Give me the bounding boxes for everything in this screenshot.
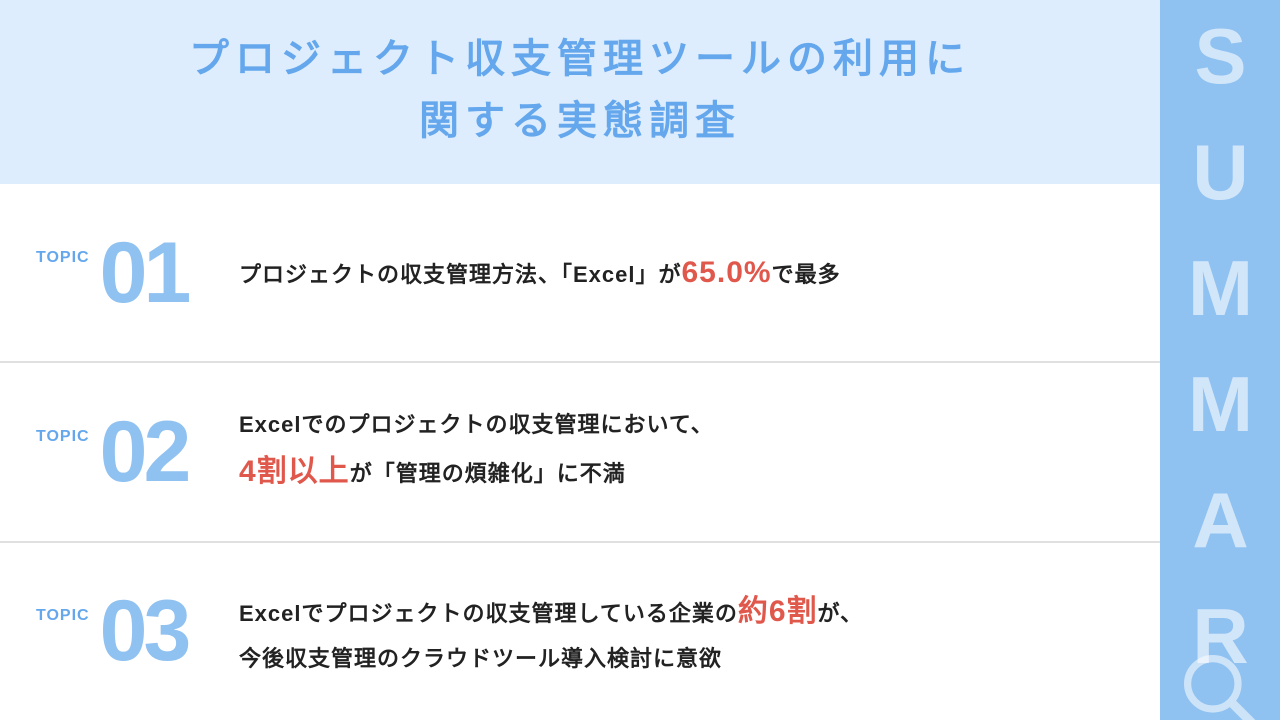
magnifier-icon: [1175, 646, 1265, 720]
topic-number-block: TOPIC 02: [36, 409, 221, 495]
topic-label: TOPIC: [36, 249, 90, 297]
page-title: プロジェクト収支管理ツールの利用に 関する実態調査: [0, 0, 1160, 184]
topic-label: TOPIC: [36, 607, 90, 655]
topic-body: Excelでプロジェクトの収支管理している企業の約6割が、 今後収支管理のクラウ…: [221, 585, 863, 679]
topic-text-post: が「管理の煩雑化」に不満: [350, 461, 626, 486]
topic-emphasis: 65.0%: [682, 256, 772, 289]
topic-number-block: TOPIC 03: [36, 588, 221, 674]
topic-text-line2: 今後収支管理のクラウドツール導入検討に意欲: [239, 646, 722, 671]
topic-item-2: TOPIC 02 Excelでのプロジェクトの収支管理において、 4割以上が「管…: [0, 361, 1160, 540]
topic-text-post: で最多: [772, 262, 841, 287]
topic-text-post: が、: [818, 601, 864, 626]
topic-text-line1: Excelでのプロジェクトの収支管理において、: [239, 412, 714, 437]
topic-text-pre: Excelでプロジェクトの収支管理している企業の: [239, 601, 738, 626]
sidebar-label: SUMMARY: [1175, 12, 1266, 720]
title-line-1: プロジェクト収支管理ツールの利用に: [189, 37, 971, 81]
topic-label: TOPIC: [36, 428, 90, 476]
topic-number: 03: [100, 588, 188, 674]
topic-emphasis: 約6割: [738, 595, 818, 628]
topic-number: 01: [100, 230, 188, 316]
topic-item-3: TOPIC 03 Excelでプロジェクトの収支管理している企業の約6割が、 今…: [0, 541, 1160, 720]
topic-number: 02: [100, 409, 188, 495]
topics-list: TOPIC 01 プロジェクトの収支管理方法、「Excel」が65.0%で最多 …: [0, 184, 1160, 720]
topic-item-1: TOPIC 01 プロジェクトの収支管理方法、「Excel」が65.0%で最多: [0, 184, 1160, 361]
main-content: プロジェクト収支管理ツールの利用に 関する実態調査 TOPIC 01 プロジェク…: [0, 0, 1160, 720]
topic-body: Excelでのプロジェクトの収支管理において、 4割以上が「管理の煩雑化」に不満: [221, 405, 714, 499]
title-line-2: 関する実態調査: [419, 99, 741, 143]
topic-emphasis: 4割以上: [239, 455, 350, 488]
topic-body: プロジェクトの収支管理方法、「Excel」が65.0%で最多: [221, 246, 841, 300]
topic-number-block: TOPIC 01: [36, 230, 221, 316]
topic-text-pre: プロジェクトの収支管理方法、「Excel」が: [239, 262, 682, 287]
sidebar: SUMMARY: [1160, 0, 1280, 720]
